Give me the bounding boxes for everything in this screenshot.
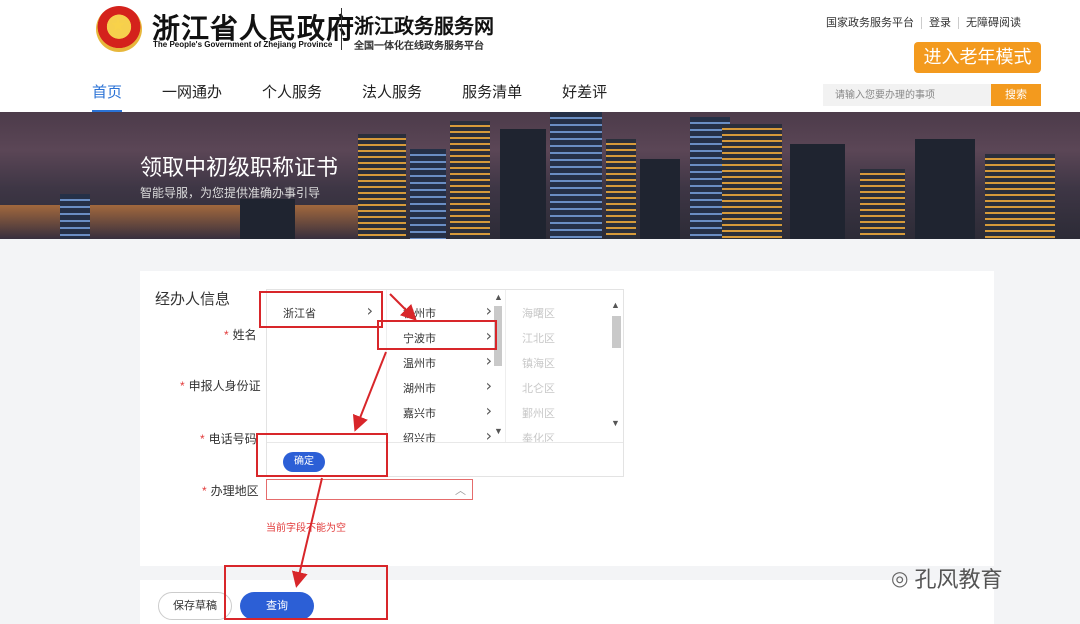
scroll-up-icon[interactable]: ▲ bbox=[611, 300, 620, 310]
scroll-up-icon[interactable]: ▲ bbox=[494, 292, 503, 302]
save-draft-button[interactable]: 保存草稿 bbox=[158, 592, 232, 620]
city-column: 杭州市 › 宁波市 › 温州市 › 湖州市 › 嘉兴市 › 绍兴市 › ▲ ▼ bbox=[386, 290, 504, 442]
error-message: 当前字段不能为空 bbox=[266, 523, 346, 534]
district-column: 海曙区 江北区 镇海区 北仑区 鄞州区 奉化区 ▲ ▼ bbox=[505, 290, 623, 442]
city-item[interactable]: 绍兴市 › bbox=[387, 425, 504, 442]
district-label: 镇海区 bbox=[522, 358, 555, 370]
nav-evaluation[interactable]: 好差评 bbox=[562, 83, 607, 103]
banner-building bbox=[722, 124, 782, 239]
id-label-text: 申报人身份证 bbox=[188, 379, 261, 393]
district-item[interactable]: 镇海区 bbox=[506, 350, 623, 374]
service-subtitle: 全国一体化在线政务服务平台 bbox=[354, 41, 484, 52]
region-label: * 办理地区 bbox=[202, 482, 259, 499]
search-input[interactable] bbox=[823, 84, 991, 106]
banner-building bbox=[860, 169, 905, 239]
watermark-text: 孔风教育 bbox=[914, 567, 1003, 592]
required-mark: * bbox=[202, 484, 207, 498]
banner-building bbox=[60, 194, 90, 239]
city-scrollbar[interactable]: ▲ ▼ bbox=[492, 290, 504, 442]
city-label: 嘉兴市 bbox=[403, 408, 436, 420]
annotation-box-city bbox=[377, 320, 497, 350]
top-link-national-platform[interactable]: 国家政务服务平台 bbox=[826, 17, 921, 29]
district-label: 奉化区 bbox=[522, 433, 555, 442]
district-item[interactable]: 北仑区 bbox=[506, 375, 623, 399]
banner-title: 领取中初级职称证书 bbox=[140, 155, 339, 180]
top-links: 国家政务服务平台 登录 无障碍阅读 bbox=[826, 17, 1028, 29]
banner-building bbox=[410, 149, 446, 239]
name-label: * 姓名 bbox=[224, 326, 257, 343]
district-label: 江北区 bbox=[522, 333, 555, 345]
nav-service-list[interactable]: 服务清单 bbox=[462, 83, 522, 103]
city-item[interactable]: 温州市 › bbox=[387, 350, 504, 374]
city-item[interactable]: 嘉兴市 › bbox=[387, 400, 504, 424]
city-label: 湖州市 bbox=[403, 383, 436, 395]
page: 浙江省人民政府 The People's Government of Zheji… bbox=[0, 0, 1080, 624]
banner-building bbox=[640, 159, 680, 239]
required-mark: * bbox=[180, 379, 185, 393]
annotation-box-query bbox=[224, 565, 388, 620]
district-item[interactable]: 奉化区 bbox=[506, 425, 623, 442]
city-label: 杭州市 bbox=[403, 308, 436, 320]
banner-building bbox=[450, 121, 490, 239]
site-header: 浙江省人民政府 The People's Government of Zheji… bbox=[0, 0, 1080, 112]
service-title: 浙江政务服务网 bbox=[354, 14, 494, 38]
banner-building bbox=[790, 144, 845, 239]
scroll-down-icon[interactable]: ▼ bbox=[611, 418, 620, 428]
nav-home[interactable]: 首页 bbox=[92, 83, 123, 112]
watermark: ◎ 孔风教育 bbox=[891, 562, 1002, 594]
top-link-accessibility[interactable]: 无障碍阅读 bbox=[958, 17, 1028, 29]
phone-label-text: 电话号码 bbox=[208, 432, 257, 446]
region-select[interactable] bbox=[266, 479, 473, 500]
district-item[interactable]: 鄞州区 bbox=[506, 400, 623, 424]
name-label-text: 姓名 bbox=[232, 328, 257, 342]
header-divider bbox=[341, 8, 342, 50]
banner-building bbox=[500, 129, 546, 239]
banner-subtitle: 智能导服，为您提供准确办事引导 bbox=[140, 186, 321, 200]
district-item[interactable]: 江北区 bbox=[506, 325, 623, 349]
scroll-thumb[interactable] bbox=[612, 316, 621, 348]
search-button[interactable]: 搜索 bbox=[991, 84, 1041, 106]
region-label-text: 办理地区 bbox=[210, 484, 259, 498]
district-scrollbar[interactable]: ▲ ▼ bbox=[609, 290, 621, 442]
district-label: 海曙区 bbox=[522, 308, 555, 320]
national-emblem-icon bbox=[96, 6, 142, 52]
annotation-box-province bbox=[259, 291, 383, 328]
section-title: 经办人信息 bbox=[155, 291, 231, 308]
nav-one-stop[interactable]: 一网通办 bbox=[162, 83, 222, 103]
city-label: 温州市 bbox=[403, 358, 436, 370]
id-label: * 申报人身份证 bbox=[180, 377, 261, 394]
banner-building bbox=[358, 134, 406, 239]
scroll-down-icon[interactable]: ▼ bbox=[494, 426, 503, 436]
main-nav: 首页 一网通办 个人服务 法人服务 服务清单 好差评 bbox=[92, 83, 647, 112]
district-label: 鄞州区 bbox=[522, 408, 555, 420]
banner-building bbox=[240, 199, 295, 239]
banner-building bbox=[606, 139, 636, 239]
nav-personal-service[interactable]: 个人服务 bbox=[262, 83, 322, 103]
banner-river bbox=[0, 205, 360, 239]
banner-building bbox=[550, 112, 602, 239]
district-label: 北仑区 bbox=[522, 383, 555, 395]
banner-building bbox=[985, 154, 1055, 239]
required-mark: * bbox=[224, 328, 229, 342]
nav-legal-service[interactable]: 法人服务 bbox=[362, 83, 422, 103]
wechat-icon: ◎ bbox=[891, 567, 909, 590]
city-item[interactable]: 湖州市 › bbox=[387, 375, 504, 399]
elder-mode-button[interactable]: 进入老年模式 bbox=[914, 42, 1041, 73]
gov-title-en: The People's Government of Zhejiang Prov… bbox=[153, 40, 333, 49]
chevron-up-icon: ︿ bbox=[455, 485, 466, 497]
banner-building bbox=[915, 139, 975, 239]
phone-label: * 电话号码 bbox=[200, 430, 257, 447]
annotation-box-confirm bbox=[256, 433, 388, 477]
required-mark: * bbox=[200, 432, 205, 446]
top-link-login[interactable]: 登录 bbox=[921, 17, 958, 29]
district-item[interactable]: 海曙区 bbox=[506, 300, 623, 324]
city-label: 绍兴市 bbox=[403, 433, 436, 442]
